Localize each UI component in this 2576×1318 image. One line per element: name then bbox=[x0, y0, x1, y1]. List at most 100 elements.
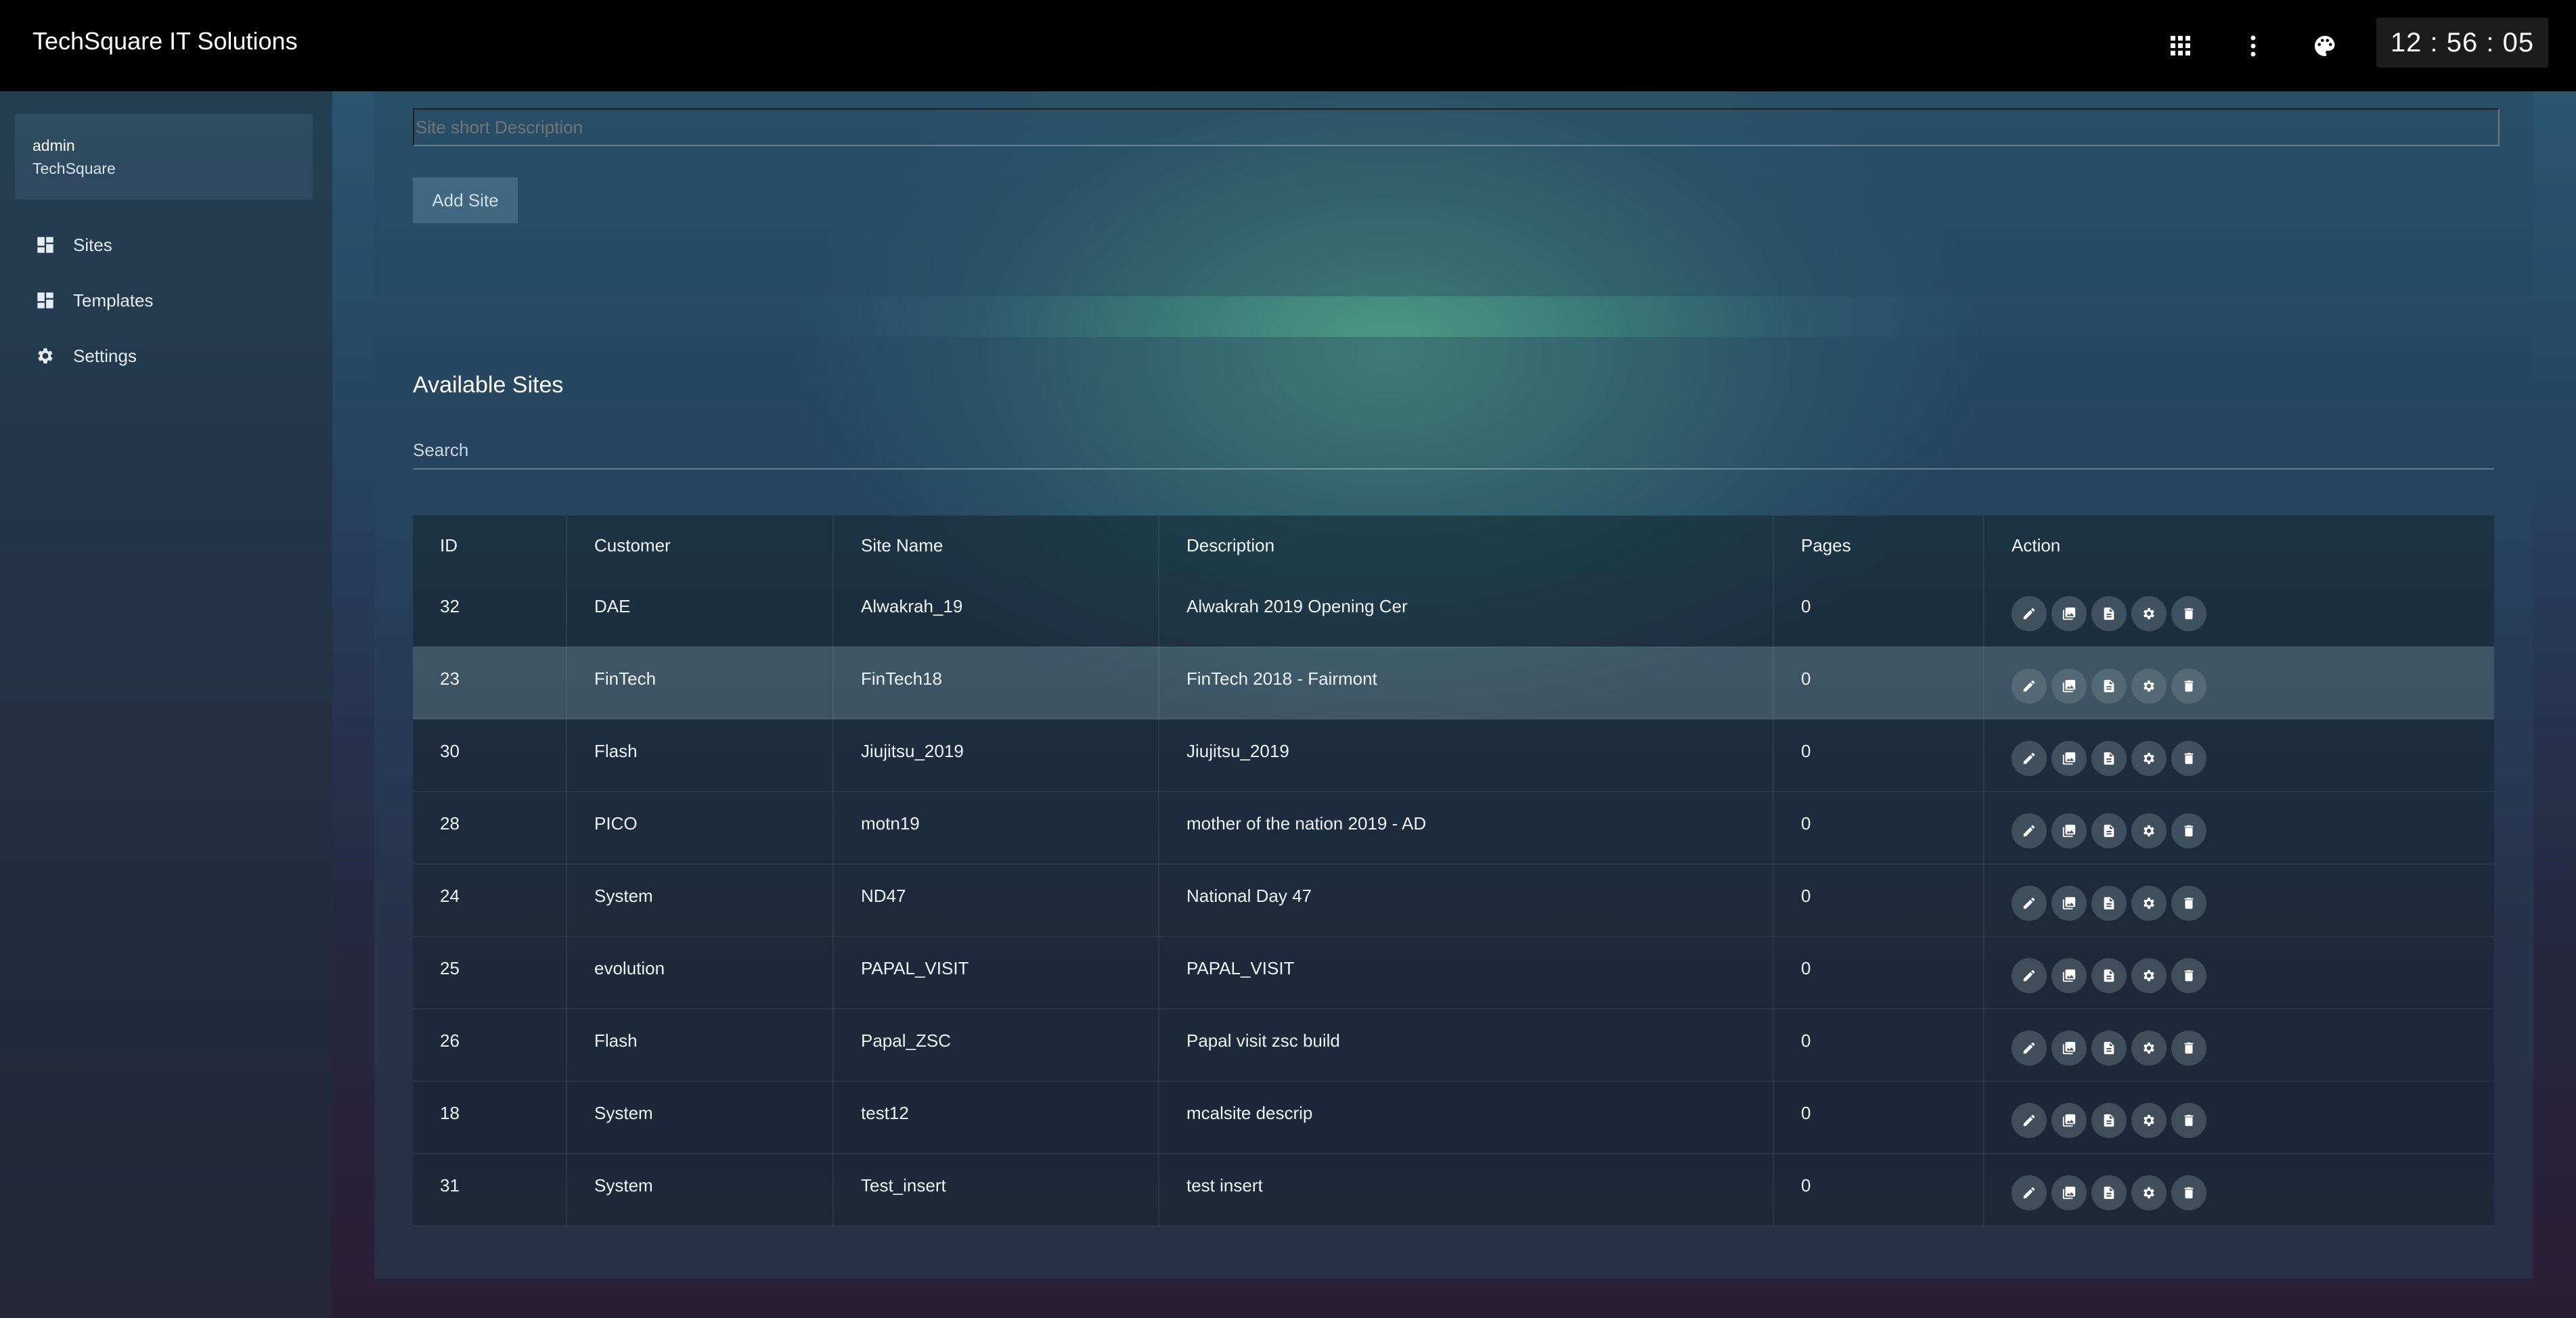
table-row[interactable]: 18 System test12 mcalsite descrip 0 bbox=[413, 1081, 2494, 1154]
palette-icon[interactable] bbox=[2305, 26, 2345, 66]
pages-button[interactable] bbox=[2091, 1102, 2127, 1138]
row-actions bbox=[2012, 740, 2494, 776]
delete-button[interactable] bbox=[2171, 668, 2206, 704]
sidebar-item-label: Templates bbox=[73, 290, 154, 311]
row-actions bbox=[2012, 885, 2494, 921]
table-row[interactable]: 25 evolution PAPAL_VISIT PAPAL_VISIT 0 bbox=[413, 936, 2494, 1009]
sites-table: ID Customer Site Name Description Pages … bbox=[413, 516, 2494, 1227]
gear-icon bbox=[34, 344, 57, 367]
delete-button[interactable] bbox=[2171, 1175, 2206, 1210]
edit-button[interactable] bbox=[2012, 595, 2047, 631]
column-header-site-name[interactable]: Site Name bbox=[833, 516, 1159, 575]
gallery-button[interactable] bbox=[2051, 1175, 2087, 1210]
table-row[interactable]: 24 System ND47 National Day 47 0 bbox=[413, 864, 2494, 937]
pages-button[interactable] bbox=[2091, 1030, 2127, 1066]
cell-id: 30 bbox=[440, 741, 460, 761]
edit-button[interactable] bbox=[2012, 1102, 2047, 1138]
delete-icon bbox=[2184, 1114, 2194, 1126]
cell-pages: 0 bbox=[1801, 1030, 1811, 1051]
gallery-button[interactable] bbox=[2051, 813, 2087, 848]
sidebar-item-templates[interactable]: Templates bbox=[34, 280, 154, 321]
column-header-pages[interactable]: Pages bbox=[1773, 516, 1984, 575]
pages-button[interactable] bbox=[2091, 740, 2127, 776]
gallery-button[interactable] bbox=[2051, 1030, 2087, 1066]
cell-customer: System bbox=[594, 886, 653, 906]
settings-icon bbox=[2144, 897, 2154, 909]
edit-button[interactable] bbox=[2012, 1030, 2047, 1066]
delete-button[interactable] bbox=[2171, 957, 2206, 993]
settings-icon bbox=[2144, 1042, 2154, 1053]
settings-button[interactable] bbox=[2131, 1030, 2167, 1066]
cell-pages: 0 bbox=[1801, 668, 1811, 689]
document-icon bbox=[2104, 1186, 2114, 1199]
cell-site-name: Jiujitsu_2019 bbox=[861, 741, 964, 761]
user-name: admin bbox=[32, 137, 75, 154]
pages-button[interactable] bbox=[2091, 885, 2127, 921]
table-row[interactable]: 28 PICO motn19 mother of the nation 2019… bbox=[413, 792, 2494, 865]
edit-icon bbox=[2023, 1114, 2035, 1126]
gallery-button[interactable] bbox=[2051, 1102, 2087, 1138]
row-actions bbox=[2012, 595, 2494, 631]
more-vertical-icon[interactable] bbox=[2233, 26, 2273, 66]
sidebar-item-settings[interactable]: Settings bbox=[34, 336, 137, 376]
settings-button[interactable] bbox=[2131, 1175, 2167, 1210]
edit-button[interactable] bbox=[2012, 668, 2047, 704]
gallery-button[interactable] bbox=[2051, 885, 2087, 921]
column-header-id[interactable]: ID bbox=[413, 516, 567, 575]
gallery-button[interactable] bbox=[2051, 595, 2087, 631]
settings-button[interactable] bbox=[2131, 957, 2167, 993]
gallery-icon bbox=[2062, 1041, 2076, 1054]
gallery-button[interactable] bbox=[2051, 740, 2087, 776]
delete-button[interactable] bbox=[2171, 1102, 2206, 1138]
settings-button[interactable] bbox=[2131, 595, 2167, 631]
gallery-icon bbox=[2062, 607, 2076, 620]
edit-button[interactable] bbox=[2012, 813, 2047, 848]
delete-button[interactable] bbox=[2171, 740, 2206, 776]
settings-button[interactable] bbox=[2131, 668, 2167, 704]
table-row[interactable]: 31 System Test_insert test insert 0 bbox=[413, 1154, 2494, 1227]
site-short-description-input[interactable] bbox=[413, 108, 2500, 146]
table-row[interactable]: 32 DAE Alwakrah_19 Alwakrah 2019 Opening… bbox=[413, 575, 2494, 647]
delete-icon bbox=[2184, 1187, 2194, 1198]
apps-grid-icon[interactable] bbox=[2160, 26, 2201, 66]
pages-button[interactable] bbox=[2091, 668, 2127, 704]
settings-button[interactable] bbox=[2131, 813, 2167, 848]
delete-button[interactable] bbox=[2171, 813, 2206, 848]
settings-button[interactable] bbox=[2131, 885, 2167, 921]
pages-button[interactable] bbox=[2091, 957, 2127, 993]
edit-button[interactable] bbox=[2012, 740, 2047, 776]
delete-button[interactable] bbox=[2171, 1030, 2206, 1066]
gallery-button[interactable] bbox=[2051, 957, 2087, 993]
cell-customer: System bbox=[594, 1103, 653, 1123]
column-header-description[interactable]: Description bbox=[1159, 516, 1774, 575]
edit-button[interactable] bbox=[2012, 957, 2047, 993]
cell-site-name: Alwakrah_19 bbox=[861, 596, 963, 616]
delete-button[interactable] bbox=[2171, 595, 2206, 631]
search-input[interactable]: Search bbox=[413, 432, 2494, 470]
table-row[interactable]: 30 Flash Jiujitsu_2019 Jiujitsu_2019 0 bbox=[413, 719, 2494, 792]
settings-button[interactable] bbox=[2131, 740, 2167, 776]
add-site-button[interactable]: Add Site bbox=[413, 177, 518, 223]
cell-site-name: motn19 bbox=[861, 813, 920, 834]
table-row[interactable]: 23 FinTech FinTech18 FinTech 2018 - Fair… bbox=[413, 647, 2494, 720]
settings-button[interactable] bbox=[2131, 1102, 2167, 1138]
cell-customer: evolution bbox=[594, 958, 665, 978]
clock-display: 12 : 56 : 05 bbox=[2376, 18, 2548, 68]
pages-button[interactable] bbox=[2091, 813, 2127, 848]
gallery-icon bbox=[2062, 752, 2076, 765]
edit-button[interactable] bbox=[2012, 1175, 2047, 1210]
pages-button[interactable] bbox=[2091, 1175, 2127, 1210]
add-site-card: Add Site bbox=[374, 91, 2533, 296]
gallery-button[interactable] bbox=[2051, 668, 2087, 704]
edit-button[interactable] bbox=[2012, 885, 2047, 921]
sidebar-item-sites[interactable]: Sites bbox=[34, 225, 112, 265]
cell-id: 25 bbox=[440, 958, 460, 978]
gallery-icon bbox=[2062, 679, 2076, 692]
delete-icon bbox=[2184, 752, 2194, 764]
cell-pages: 0 bbox=[1801, 596, 1811, 616]
column-header-customer[interactable]: Customer bbox=[567, 516, 834, 575]
table-row[interactable]: 26 Flash Papal_ZSC Papal visit zsc build… bbox=[413, 1009, 2494, 1082]
pages-button[interactable] bbox=[2091, 595, 2127, 631]
settings-icon bbox=[2144, 680, 2154, 691]
delete-button[interactable] bbox=[2171, 885, 2206, 921]
